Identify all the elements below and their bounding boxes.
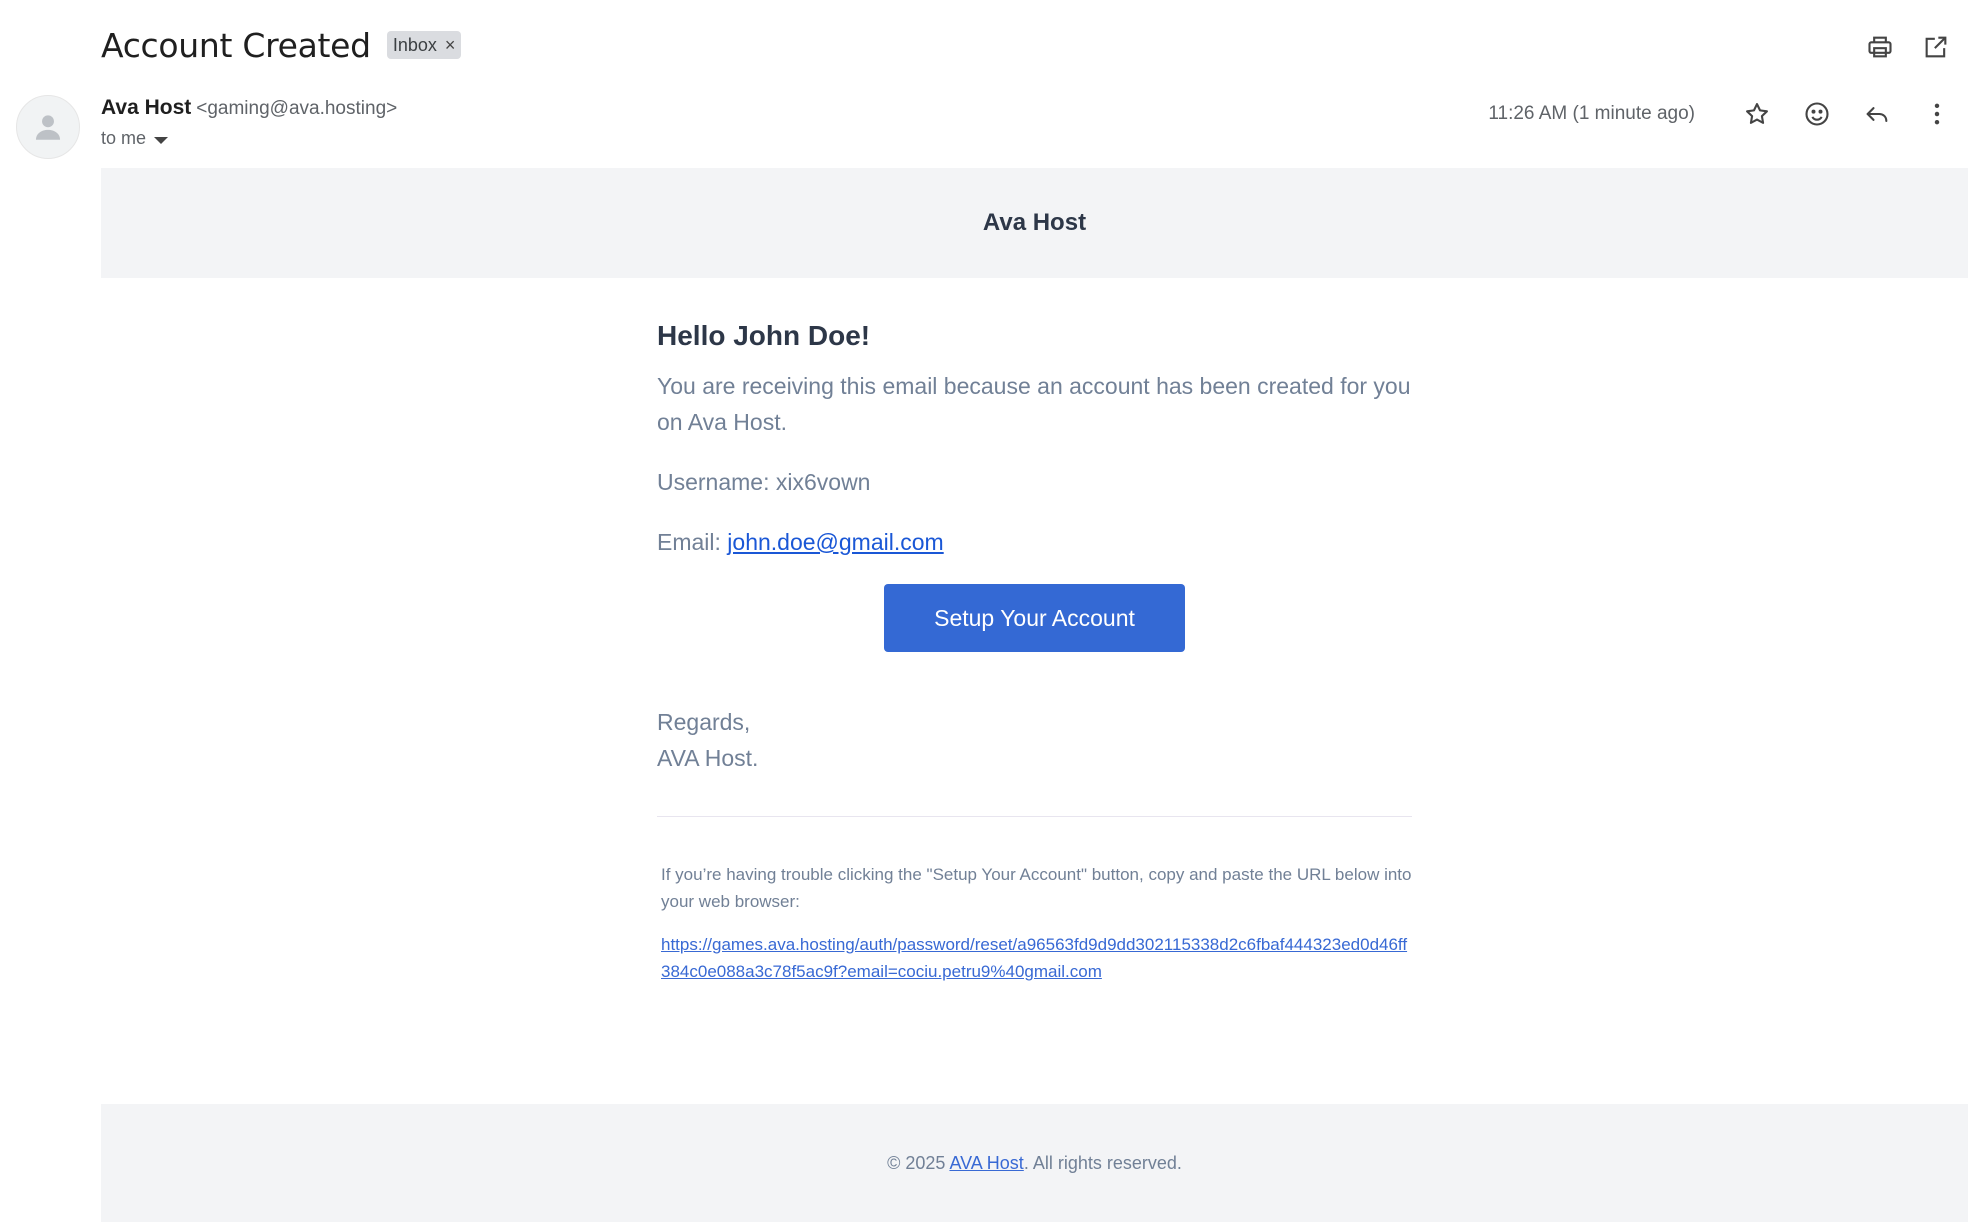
timestamp: 11:26 AM (1 minute ago) <box>1488 103 1695 124</box>
greeting-heading: Hello John Doe! <box>657 320 871 351</box>
footer-prefix: © 2025 <box>887 1152 950 1173</box>
top-actions <box>1863 30 1953 64</box>
sender-avatar[interactable] <box>16 95 80 159</box>
regards-line: Regards, <box>657 709 751 735</box>
person-icon <box>35 115 61 140</box>
cta-wrap: Setup Your Account <box>657 584 1412 652</box>
signoff: Regards, AVA Host. <box>657 704 1412 776</box>
star-icon[interactable] <box>1737 94 1777 134</box>
username-line: Username: xix6vown <box>657 469 871 495</box>
subject-row: Account Created Inbox × <box>101 22 462 68</box>
setup-account-button[interactable]: Setup Your Account <box>884 584 1185 652</box>
message-meta: 11:26 AM (1 minute ago) <box>1488 94 1957 134</box>
email-brand-title: Ava Host <box>982 209 1087 236</box>
reset-url-link[interactable]: https://games.ava.hosting/auth/password/… <box>661 935 1407 981</box>
email-footer: © 2025 AVA Host. All rights reserved. <box>101 1104 1968 1222</box>
print-icon[interactable] <box>1863 30 1897 64</box>
sender-email: <gaming@ava.hosting> <box>196 98 398 119</box>
user-email-link[interactable]: john.doe@gmail.com <box>727 529 943 555</box>
trouble-subcopy: If you’re having trouble clicking the "S… <box>661 865 1412 911</box>
more-vert-icon[interactable] <box>1917 94 1957 134</box>
label-chip-text: Inbox <box>392 34 437 55</box>
email-header-band: Ava Host <box>101 168 1968 278</box>
email-content: Hello John Doe! You are receiving this e… <box>657 320 1412 985</box>
sender-line: Ava Host <gaming@ava.hosting> <box>101 96 397 120</box>
intro-paragraph: You are receiving this email because an … <box>657 373 1411 435</box>
recipient-label: to me <box>101 128 147 148</box>
email-line: Email: john.doe@gmail.com <box>657 524 1412 560</box>
footer-brand-link[interactable]: AVA Host <box>949 1153 1023 1173</box>
emoji-icon[interactable] <box>1797 94 1837 134</box>
signature-line: AVA Host. <box>657 745 759 771</box>
content-divider <box>657 816 1412 817</box>
chevron-down-icon <box>154 136 169 144</box>
reply-icon[interactable] <box>1857 94 1897 134</box>
remove-label-icon[interactable]: × <box>445 35 456 56</box>
email-subject: Account Created <box>101 25 371 65</box>
footer-text: © 2025 AVA Host. All rights reserved. <box>887 1153 1182 1174</box>
footer-suffix: . All rights reserved. <box>1023 1152 1182 1173</box>
email-label: Email: <box>657 529 728 555</box>
sender-name[interactable]: Ava Host <box>101 96 191 120</box>
reset-url-wrap: https://games.ava.hosting/auth/password/… <box>657 931 1412 985</box>
open-in-new-window-icon[interactable] <box>1919 30 1953 64</box>
inbox-label-chip[interactable]: Inbox × <box>386 31 462 59</box>
recipient-details-toggle[interactable]: to me <box>101 128 169 149</box>
